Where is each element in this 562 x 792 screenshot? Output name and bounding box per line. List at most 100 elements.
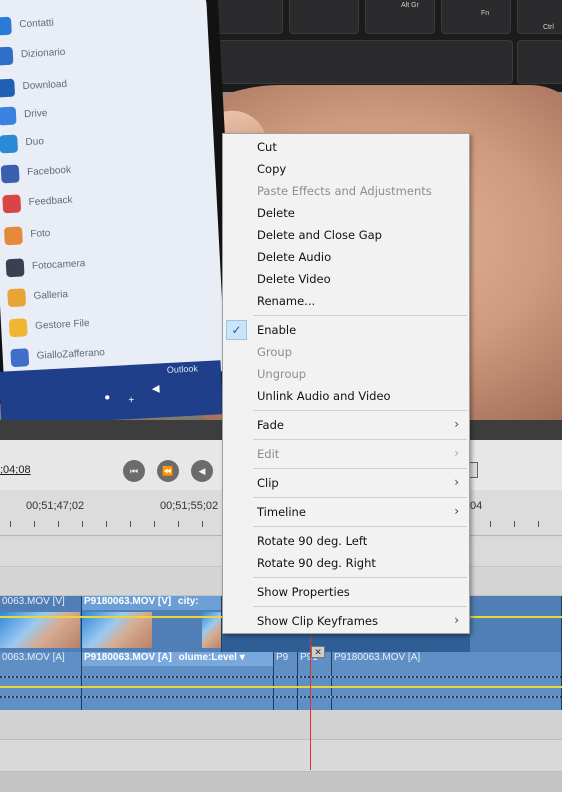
phone-taskbar: Outlook ● + ◀ [0,360,224,420]
key-label: Fn [481,10,490,17]
menu-item-fade[interactable]: Fade › [223,414,469,436]
keyboard-key [365,0,435,34]
phone-app-label: Dizionario [20,46,66,61]
ruler-timecode-label: 00;51;47;02 [26,500,85,512]
ruler-tick [538,521,539,527]
timeline-scrollbar[interactable] [0,772,562,792]
menu-item-delete[interactable]: Delete [223,202,469,224]
video-clip-selected[interactable]: P9180063.MOV [V] city: [82,596,222,652]
menu-item-label: Show Clip Keyframes [257,614,379,628]
audio-clip[interactable]: P9 [274,652,298,710]
menu-item-rotate-left[interactable]: Rotate 90 deg. Left [223,530,469,552]
menu-item-delete-video[interactable]: Delete Video [223,268,469,290]
submenu-arrow-icon: › [454,446,459,460]
menu-item-rotate-right[interactable]: Rotate 90 deg. Right [223,552,469,574]
menu-item-show-clip-keyframes[interactable]: Show Clip Keyframes › [223,610,469,632]
clip-label: 0063.MOV [V] [2,596,65,607]
menu-item-delete-close-gap[interactable]: Delete and Close Gap [223,224,469,246]
gallery-icon [7,288,27,308]
keyboard-key [517,40,562,84]
duo-icon [0,134,19,154]
empty-track[interactable] [0,710,562,740]
ruler-tick [58,521,59,527]
audio-clip[interactable]: P91 [298,652,332,710]
download-icon [0,78,16,98]
menu-item-unlink-audio-video[interactable]: Unlink Audio and Video [223,385,469,407]
submenu-arrow-icon: › [454,417,459,431]
phone-app-item: Foto [3,226,51,253]
context-menu: Cut Copy Paste Effects and Adjustments D… [222,133,470,634]
keyboard-key [441,0,511,34]
submenu-arrow-icon: › [454,504,459,518]
menu-item-show-properties[interactable]: Show Properties [223,581,469,603]
audio-clip[interactable]: P9180063.MOV [A] [332,652,562,710]
camera-icon [5,258,25,278]
phone-app-item: Facebook [0,164,71,191]
menu-separator [253,577,467,578]
clip-name: P9180063.MOV [A] [84,652,172,663]
dictionary-icon [0,46,14,66]
menu-item-label: Enable [257,323,297,337]
rewind-icon: ⏪ [162,466,174,476]
feedback-icon [2,194,22,214]
clip-label: P9180063.MOV [A] olume:Level ▾ [82,652,273,666]
menu-item-clip[interactable]: Clip › [223,472,469,494]
close-icon[interactable]: ✕ [311,646,325,658]
clip-label: P9180063.MOV [A] [334,652,421,663]
audio-track[interactable]: 0063.MOV [A] P9180063.MOV [A] olume:Leve… [0,652,562,710]
menu-item-label: Fade [257,418,284,432]
menu-item-cut[interactable]: Cut [223,136,469,158]
clip-effect-label: city: [178,596,199,607]
keyboard-key [213,40,513,84]
menu-item-timeline[interactable]: Timeline › [223,501,469,523]
prev-frame-button[interactable]: ◀ [191,460,213,482]
phone-app-item: Feedback [2,194,73,221]
phone-taskbar-label: Outlook [166,363,199,376]
phone-screen: Contatti Dizionario Download Drive Duo F… [0,0,227,391]
phone-app-label: GialloZafferano [36,347,106,362]
menu-separator [253,497,467,498]
clip-name: P9180063.MOV [V] [84,596,172,607]
menu-item-delete-audio[interactable]: Delete Audio [223,246,469,268]
menu-item-edit: Edit › [223,443,469,465]
go-to-in-point-button[interactable]: ⏮ [123,460,145,482]
ruler-tick [10,521,11,527]
playhead[interactable] [310,630,311,770]
menu-item-copy[interactable]: Copy [223,158,469,180]
photos-icon [3,226,23,246]
key-label: Ctrl [543,24,554,31]
menu-separator [253,526,467,527]
keyboard-key [213,0,283,34]
keyboard-key [517,0,562,34]
menu-separator [253,315,467,316]
menu-item-label: Rename... [257,294,316,308]
phone-add-icon: + [128,394,135,407]
ruler-tick [514,521,515,527]
audio-clip-selected[interactable]: P9180063.MOV [A] olume:Level ▾ [82,652,274,710]
prev-frame-icon: ◀ [198,466,206,476]
audio-clip[interactable]: 0063.MOV [A] [0,652,82,710]
keyboard-key [289,0,359,34]
current-timecode[interactable]: ;04;08 [0,464,31,476]
submenu-arrow-icon: › [454,475,459,489]
menu-item-label: Delete Audio [257,250,332,264]
ruler-timecode-label: 04 [470,500,483,512]
phone-app-label: Download [22,78,68,93]
video-clip[interactable] [470,596,562,652]
drive-icon [0,106,17,126]
phone-app-label: Feedback [28,194,73,209]
menu-separator [253,410,467,411]
menu-item-rename[interactable]: Rename... [223,290,469,312]
checkmark-icon: ✓ [226,320,247,340]
phone-app-label: Drive [23,107,48,121]
menu-item-label: Group [257,345,293,359]
menu-item-label: Edit [257,447,280,461]
menu-item-ungroup: Ungroup [223,363,469,385]
volume-line[interactable] [0,686,562,688]
step-back-button[interactable]: ⏪ [157,460,179,482]
video-clip[interactable]: 0063.MOV [V] [0,596,82,652]
menu-item-group: Group [223,341,469,363]
menu-item-enable[interactable]: ✓ Enable [223,319,469,341]
empty-track[interactable] [0,740,562,772]
go-to-in-icon: ⏮ [129,466,139,476]
